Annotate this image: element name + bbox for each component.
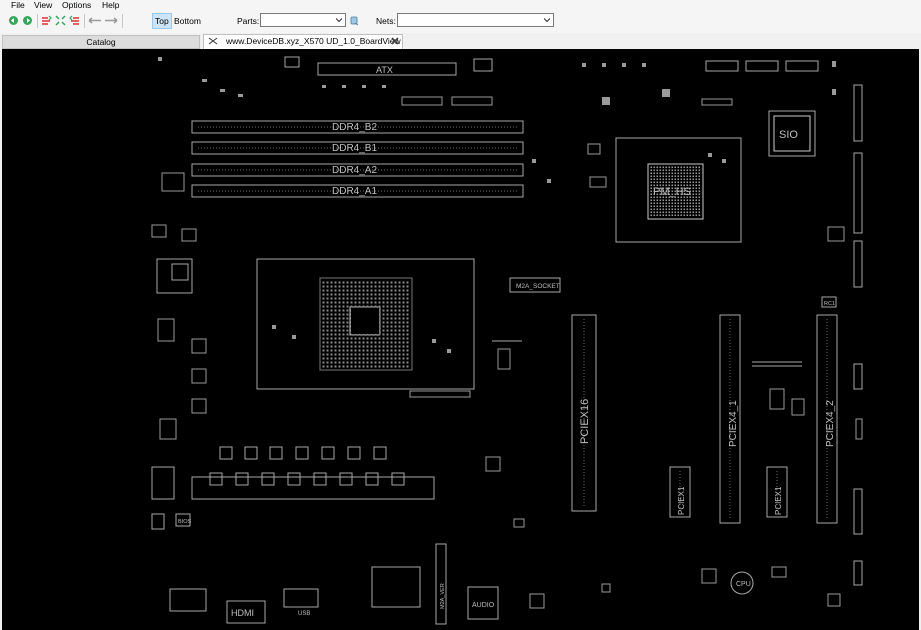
chevron-down-icon	[544, 18, 550, 23]
pciex1-a-label: PCIEX1	[677, 486, 686, 515]
menu-file[interactable]: File	[9, 0, 27, 11]
top-side-button[interactable]: Top	[152, 13, 172, 29]
m2-vertical-label: M2A_VER	[440, 583, 446, 609]
bios-label: BIOS	[178, 519, 191, 525]
fit-view-icon[interactable]	[55, 15, 66, 26]
vrm-row	[191, 476, 435, 500]
tab-document-label: www.DeviceDB.xyz_X570 UD_1.0_BoardView	[226, 36, 401, 46]
m2-label: M2A_SOCKET	[516, 283, 560, 290]
audio-label: AUDIO	[472, 602, 495, 609]
menu-options[interactable]: Options	[60, 0, 93, 11]
board-view[interactable]: ATX DDR4_B2 DDR4_B1 DDR4_A2 DDR4_A1 SIO …	[2, 49, 919, 630]
cpu-fan-label: CPU	[736, 581, 751, 588]
small-header	[169, 588, 207, 612]
sio-label: SIO	[779, 129, 798, 141]
tab-catalog-label: Catalog	[86, 37, 116, 47]
nets-label: Nets:	[376, 16, 396, 26]
usb-header[interactable]	[371, 566, 421, 608]
toolbar-separator	[122, 14, 123, 28]
tab-catalog[interactable]: Catalog	[2, 35, 200, 49]
rotate-right-icon[interactable]	[22, 15, 33, 26]
search-part-icon[interactable]	[349, 15, 360, 26]
toolbar-separator	[37, 14, 38, 28]
parts-combo[interactable]	[260, 13, 346, 27]
parts-label: Parts:	[237, 16, 260, 26]
pciex16-label: PCIEX16	[579, 399, 591, 444]
rc1-label: RC1	[824, 301, 835, 307]
dimm-a1-label: DDR4_A1	[332, 186, 377, 197]
toolbar-separator	[84, 14, 85, 28]
dimm-b2-label: DDR4_B2	[332, 122, 377, 133]
chipset-label: PM_HS	[653, 186, 691, 198]
pciex4-1-label: PCIEX4_1	[728, 400, 739, 447]
menu-bar: File View Options Help	[0, 0, 921, 11]
zoom-in-icon[interactable]	[41, 15, 52, 26]
menu-view[interactable]: View	[32, 0, 54, 11]
tab-row: Catalog www.DeviceDB.xyz_X570 UD_1.0_Boa…	[0, 33, 921, 49]
menu-help[interactable]: Help	[100, 0, 121, 11]
atx-label: ATX	[376, 65, 393, 75]
small-header	[283, 588, 319, 608]
board-canvas[interactable]: ATX DDR4_B2 DDR4_B1 DDR4_A2 DDR4_A1 SIO …	[2, 49, 919, 630]
pciex1-b-label: PCIEX1	[774, 486, 783, 515]
tab-boardview-document[interactable]: www.DeviceDB.xyz_X570 UD_1.0_BoardView	[203, 34, 403, 49]
chevron-down-icon	[336, 18, 342, 23]
toolbar: Top Bottom Parts: Nets:	[0, 11, 921, 34]
dimm-b1-label: DDR4_B1	[332, 143, 377, 154]
bottom-side-button[interactable]: Bottom	[172, 14, 203, 28]
back-arrow-icon[interactable]	[88, 15, 102, 26]
zoom-out-icon[interactable]	[69, 15, 80, 26]
forward-arrow-icon[interactable]	[104, 15, 118, 26]
close-icon[interactable]	[390, 36, 400, 50]
usb-label: USB	[298, 611, 310, 617]
nets-combo[interactable]	[397, 13, 554, 27]
hdmi-label: HDMI	[231, 608, 254, 618]
pciex4-2-label: PCIEX4_2	[825, 400, 836, 447]
rotate-left-icon[interactable]	[8, 15, 19, 26]
dimm-a2-label: DDR4_A2	[332, 165, 377, 176]
